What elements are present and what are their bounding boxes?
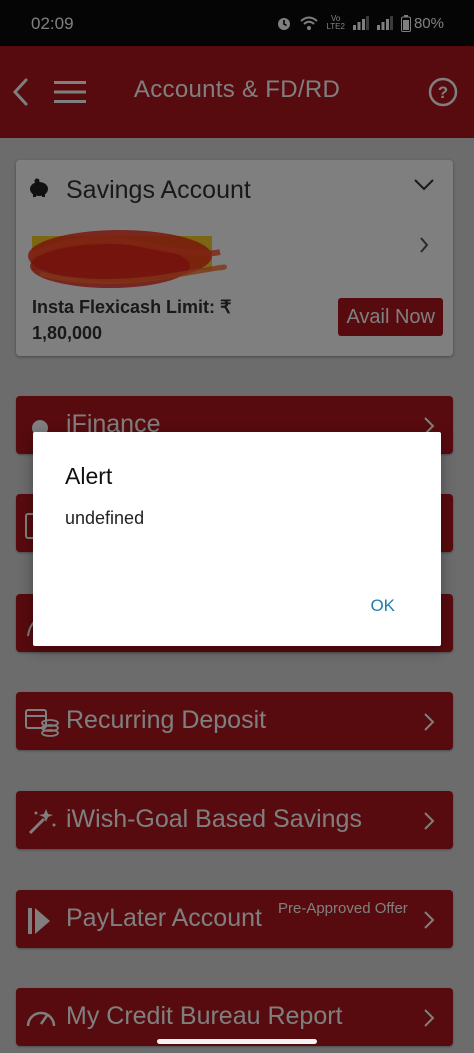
dialog-title: Alert [65,463,113,489]
dialog-message: undefined [65,508,145,528]
alert-dialog: Alert undefined OK [33,432,441,646]
ok-button[interactable]: OK [370,596,395,616]
home-indicator[interactable] [157,1039,317,1044]
